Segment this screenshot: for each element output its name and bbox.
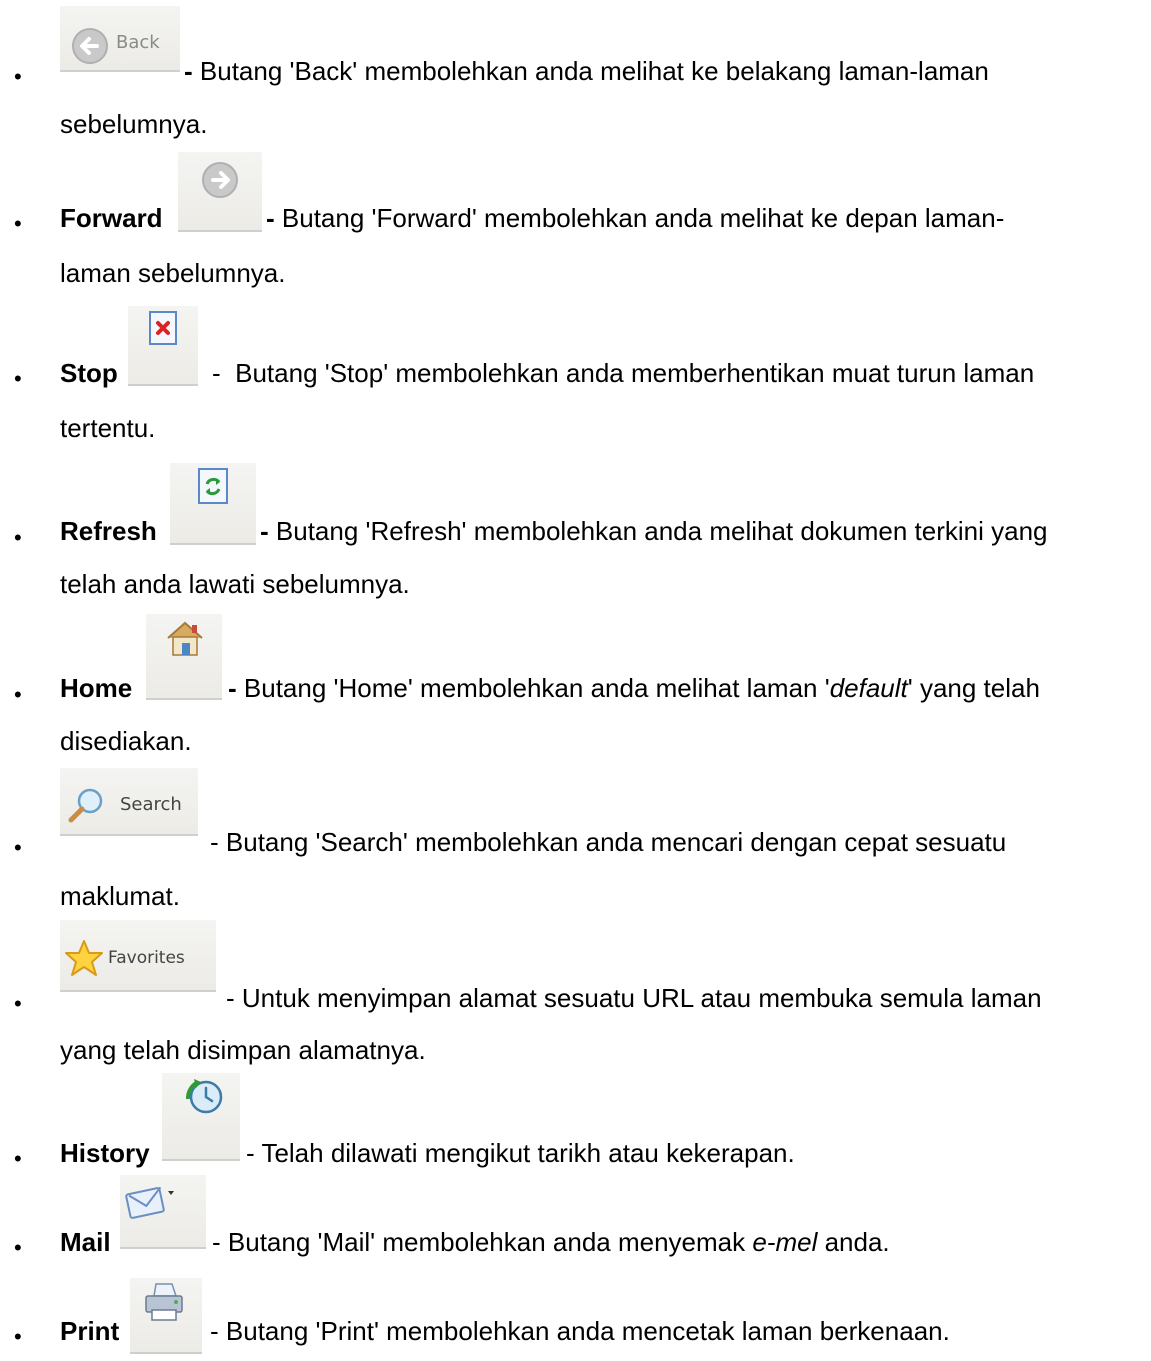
item-desc-line1: - Butang 'Back' membolehkan anda melihat…	[184, 56, 989, 86]
item-desc-line1: History	[60, 1137, 150, 1169]
item-desc-text: - Butang 'Forward' membolehkan anda meli…	[266, 203, 1005, 233]
bullet: •	[14, 682, 22, 707]
search-button-label: Search	[120, 794, 182, 815]
bullet: •	[14, 1235, 22, 1260]
favorites-button[interactable]: Favorites	[60, 920, 216, 992]
refresh-button[interactable]	[170, 463, 256, 545]
search-button[interactable]: Search	[60, 768, 198, 836]
item-name: Mail	[60, 1227, 111, 1257]
stop-button[interactable]	[128, 306, 198, 386]
item-desc-text: - Butang 'Home' membolehkan anda melihat…	[228, 673, 1040, 703]
item-name: Print	[60, 1316, 120, 1346]
forward-arrow-icon	[202, 162, 238, 198]
item-desc-text: - Butang 'Stop' membolehkan anda memberh…	[212, 358, 1035, 388]
bullet: •	[14, 366, 22, 391]
mail-button[interactable]	[120, 1175, 206, 1249]
item-desc-text: - Telah dilawati mengikut tarikh atau ke…	[246, 1138, 795, 1168]
item-desc-line2: disediakan.	[60, 726, 192, 756]
refresh-icon	[198, 468, 228, 504]
item-desc-line2: sebelumnya.	[60, 109, 208, 139]
back-button-label: Back	[116, 32, 160, 53]
item-desc-text: - Untuk menyimpan alamat sesuatu URL ata…	[226, 983, 1042, 1013]
bullet: •	[14, 835, 22, 860]
item-desc-line1: Mail	[60, 1226, 111, 1258]
item-desc-line2: yang telah disimpan alamatnya.	[60, 1035, 426, 1065]
history-icon	[186, 1079, 223, 1114]
back-button[interactable]: Back	[60, 6, 180, 72]
favorites-button-label: Favorites	[108, 948, 185, 968]
item-desc-line1: Home	[60, 672, 132, 704]
bullet: •	[14, 1146, 22, 1171]
item-desc-line1: Refresh	[60, 515, 157, 547]
home-icon	[167, 621, 203, 656]
item-name: History	[60, 1138, 150, 1168]
forward-button[interactable]	[178, 152, 262, 232]
item-desc-text: - Butang 'Search' membolehkan anda menca…	[210, 827, 1007, 857]
search-icon	[68, 788, 103, 823]
item-name: Home	[60, 673, 133, 703]
item-desc-line2: tertentu.	[60, 413, 156, 443]
item-desc-text: - Butang 'Mail' membolehkan anda menyema…	[212, 1227, 890, 1257]
item-desc-line2: telah anda lawati sebelumnya.	[60, 569, 410, 599]
bullet: •	[14, 211, 22, 236]
item-desc-text: - Butang 'Refresh' membolehkan anda meli…	[260, 516, 1048, 546]
bullet: •	[14, 64, 22, 89]
item-name: Refresh	[60, 516, 157, 546]
star-icon	[65, 940, 103, 976]
item-desc-text: - Butang 'Print' membolehkan anda mencet…	[210, 1316, 950, 1346]
bullet: •	[14, 525, 22, 550]
bullet: •	[14, 991, 22, 1016]
stop-icon	[149, 311, 177, 345]
print-button[interactable]	[130, 1278, 202, 1354]
back-arrow-icon	[72, 28, 108, 64]
item-desc-line1: Stop	[60, 357, 118, 389]
item-desc-line1: Print	[60, 1315, 119, 1347]
bullet: •	[14, 1324, 22, 1349]
history-button[interactable]	[162, 1073, 240, 1161]
item-name: Forward	[60, 203, 163, 233]
item-desc-line1: Forward	[60, 202, 163, 234]
item-name: Stop	[60, 358, 118, 388]
home-button[interactable]	[146, 614, 222, 700]
printer-icon	[145, 1283, 183, 1321]
mail-icon	[125, 1186, 174, 1219]
item-desc-line2: maklumat.	[60, 881, 180, 911]
item-desc-line2: laman sebelumnya.	[60, 258, 286, 288]
